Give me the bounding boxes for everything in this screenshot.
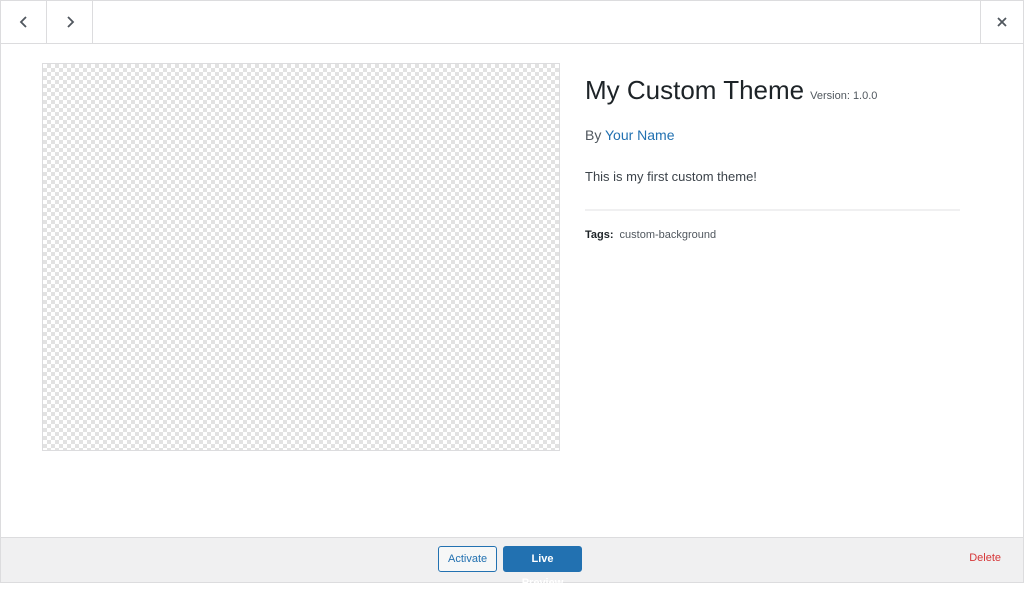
theme-info: My Custom Theme Version: 1.0.0 By Your Na… bbox=[585, 73, 961, 241]
theme-tags: Tags: custom-background bbox=[585, 229, 961, 241]
theme-version: Version: 1.0.0 bbox=[810, 90, 878, 102]
delete-link[interactable]: Delete bbox=[969, 552, 1001, 564]
chevron-left-icon bbox=[19, 16, 27, 28]
close-button[interactable] bbox=[980, 1, 1023, 43]
divider bbox=[585, 209, 960, 211]
modal-footer: Activate Live Preview Delete bbox=[1, 537, 1023, 589]
theme-name: My Custom Theme bbox=[585, 75, 805, 105]
tags-value: custom-background bbox=[619, 229, 717, 241]
next-theme-button[interactable] bbox=[47, 1, 93, 43]
activate-button[interactable]: Activate bbox=[438, 546, 497, 572]
theme-name-heading: My Custom Theme Version: 1.0.0 bbox=[585, 73, 961, 113]
author-prefix: By bbox=[585, 127, 602, 143]
chevron-right-icon bbox=[66, 16, 74, 28]
modal-header bbox=[1, 1, 1023, 44]
theme-author: By Your Name bbox=[585, 125, 961, 145]
theme-screenshot bbox=[42, 63, 560, 451]
live-preview-button[interactable]: Live Preview bbox=[503, 546, 582, 589]
close-icon bbox=[997, 17, 1007, 27]
tags-label: Tags: bbox=[585, 229, 614, 241]
author-link[interactable]: Your Name bbox=[605, 127, 675, 143]
theme-description: This is my first custom theme! bbox=[585, 169, 757, 184]
theme-details-modal: My Custom Theme Version: 1.0.0 By Your Na… bbox=[0, 0, 1024, 589]
previous-theme-button[interactable] bbox=[1, 1, 47, 43]
